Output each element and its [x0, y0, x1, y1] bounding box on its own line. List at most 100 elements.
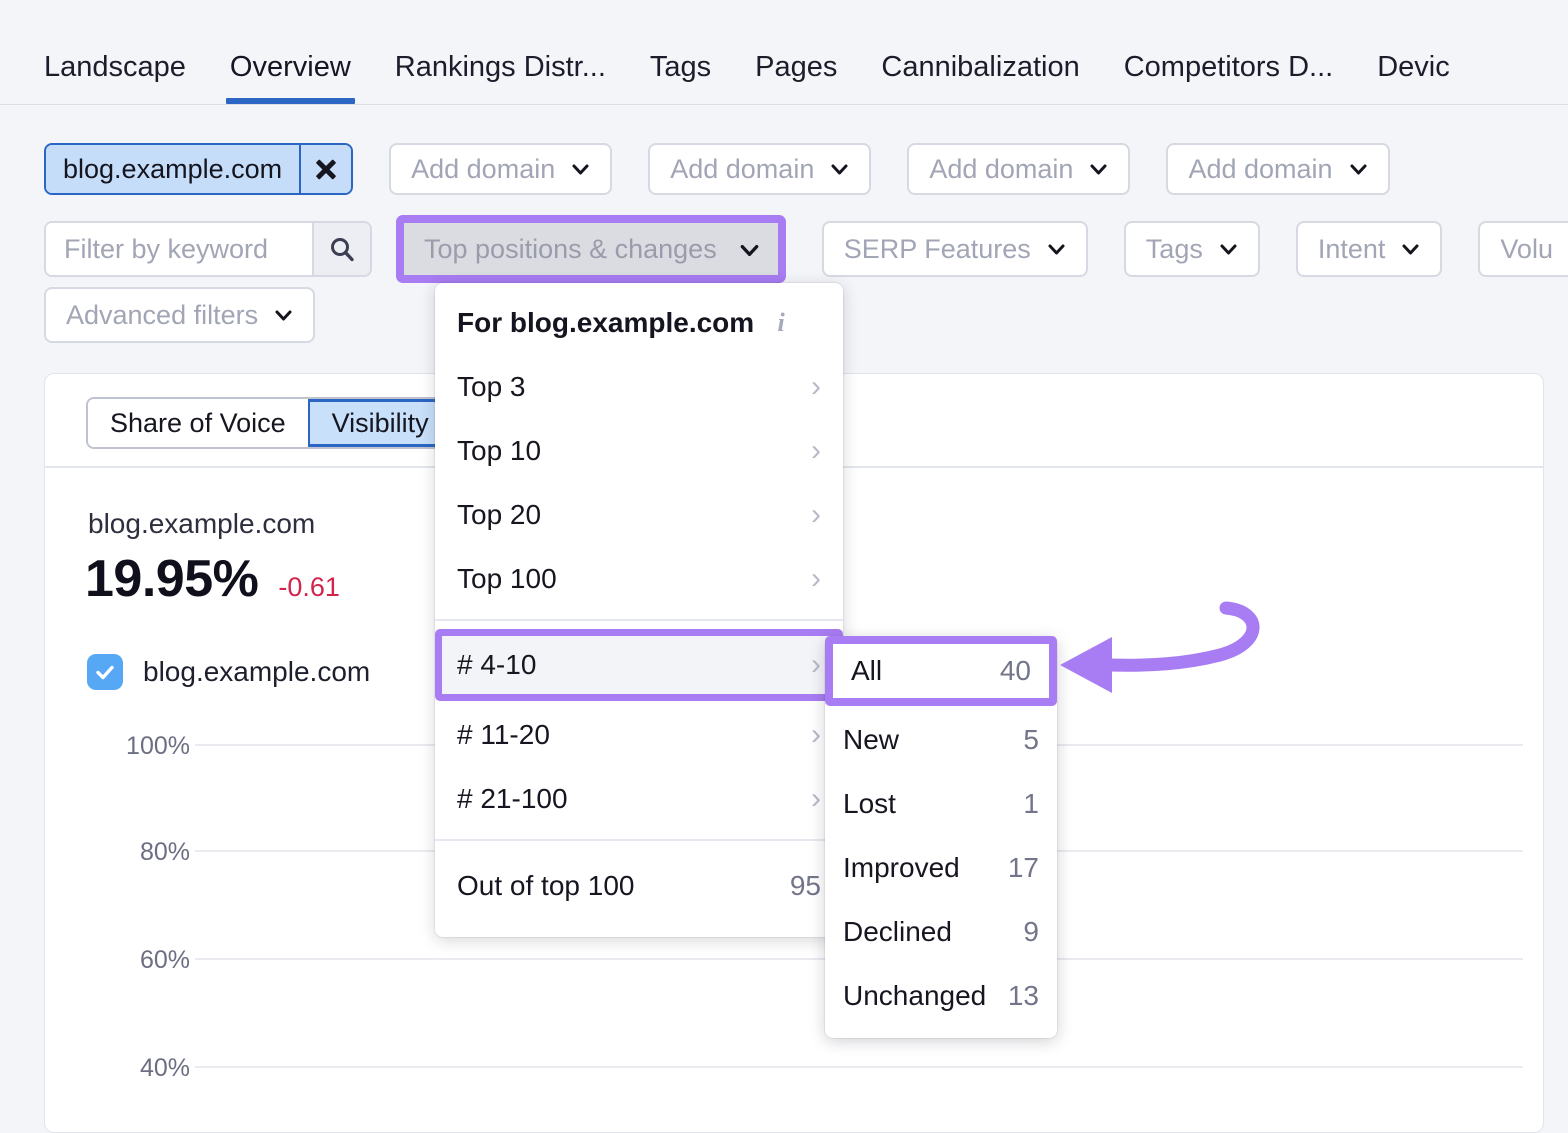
legend-label: blog.example.com	[143, 656, 371, 687]
check-icon	[96, 665, 114, 680]
tab-devices[interactable]: Devic	[1377, 53, 1450, 104]
add-domain-slot-1[interactable]: Add domain	[389, 143, 613, 195]
chart-legend: blog.example.com	[87, 654, 370, 690]
chevron-down-icon	[739, 240, 759, 259]
submenu-item-label: New	[843, 724, 900, 755]
close-icon	[314, 157, 338, 181]
volume-filter-label: Volu	[1500, 233, 1553, 264]
submenu-item-declined[interactable]: Declined 9	[825, 900, 1057, 964]
submenu-item-label: Unchanged	[843, 980, 987, 1011]
metric-toggle: Share of Voice Visibility	[86, 397, 455, 449]
metric-delta: -0.61	[278, 572, 340, 602]
chevron-right-icon: ›	[811, 498, 821, 531]
submenu-item-unchanged[interactable]: Unchanged 13	[825, 964, 1057, 1028]
top-positions-filter[interactable]: Top positions & changes	[404, 223, 778, 275]
chevron-right-icon: ›	[811, 718, 821, 751]
dropdown-item-top-20[interactable]: Top 20 ›	[435, 483, 843, 547]
dropdown-item-top-3[interactable]: Top 3 ›	[435, 355, 843, 419]
chevron-down-icon	[830, 160, 849, 179]
add-domain-label: Add domain	[1188, 153, 1333, 184]
tab-share-of-voice[interactable]: Share of Voice	[88, 399, 308, 447]
y-axis-tick: 80%	[139, 838, 190, 866]
chevron-down-icon	[274, 306, 293, 325]
chevron-right-icon: ›	[811, 370, 821, 403]
dropdown-item-label: # 11-20	[457, 719, 550, 750]
tab-cannibalization[interactable]: Cannibalization	[881, 53, 1079, 104]
y-axis-tick: 100%	[126, 732, 190, 760]
dropdown-item-11-20[interactable]: # 11-20 ›	[435, 703, 843, 767]
legend-checkbox[interactable]	[87, 654, 123, 690]
keyword-filter	[44, 221, 372, 277]
dropdown-item-label: Top 100	[457, 563, 557, 594]
filter-row: Top positions & changes SERP Features Ta…	[44, 215, 1568, 283]
tab-rankings-distribution[interactable]: Rankings Distr...	[395, 53, 606, 104]
dropdown-item-21-100[interactable]: # 21-100 ›	[435, 767, 843, 831]
search-input[interactable]	[46, 223, 312, 275]
positions-submenu: All 40 New 5 Lost 1 Improved 17 Declined…	[825, 636, 1057, 1038]
tab-pages[interactable]: Pages	[755, 53, 837, 104]
submenu-item-count: 40	[999, 655, 1031, 686]
dropdown-item-label: Top 10	[457, 435, 542, 466]
add-domain-slot-4[interactable]: Add domain	[1166, 143, 1390, 195]
submenu-item-all-highlight: All 40	[825, 636, 1057, 706]
dropdown-item-top-10[interactable]: Top 10 ›	[435, 419, 843, 483]
top-positions-dropdown: For blog.example.com i Top 3 › Top 10 › …	[435, 283, 843, 937]
chevron-right-icon: ›	[811, 562, 821, 595]
chevron-down-icon	[1219, 240, 1238, 259]
submenu-item-label: All	[851, 655, 883, 686]
add-domain-slot-2[interactable]: Add domain	[648, 143, 872, 195]
chevron-right-icon: ›	[811, 782, 821, 815]
submenu-item-lost[interactable]: Lost 1	[825, 772, 1057, 836]
dropdown-item-label: Top 20	[457, 499, 542, 530]
tab-landscape[interactable]: Landscape	[44, 53, 186, 104]
domain-chip-label: blog.example.com	[46, 145, 300, 193]
submenu-item-label: Improved	[843, 852, 960, 883]
intent-filter[interactable]: Intent	[1295, 221, 1443, 277]
dropdown-item-4-10[interactable]: # 4-10 ›	[442, 636, 836, 694]
add-domain-label: Add domain	[929, 153, 1074, 184]
top-positions-highlight: Top positions & changes	[396, 215, 786, 283]
add-domain-slot-3[interactable]: Add domain	[907, 143, 1131, 195]
tab-visibility[interactable]: Visibility	[307, 399, 453, 447]
dropdown-item-label: Out of top 100	[457, 870, 635, 901]
chevron-right-icon: ›	[811, 648, 821, 681]
advanced-filters-button[interactable]: Advanced filters	[44, 287, 316, 343]
chevron-down-icon	[1089, 160, 1108, 179]
add-domain-label: Add domain	[411, 153, 556, 184]
tab-overview[interactable]: Overview	[225, 53, 355, 104]
domain-chip-selected[interactable]: blog.example.com	[44, 143, 354, 195]
submenu-item-all[interactable]: All 40	[833, 644, 1049, 698]
submenu-item-label: Declined	[843, 916, 952, 947]
advanced-filters-label: Advanced filters	[66, 299, 259, 330]
dropdown-item-4-10-highlight: # 4-10 ›	[435, 629, 843, 701]
tab-tags[interactable]: Tags	[650, 53, 711, 104]
chevron-down-icon	[1349, 160, 1368, 179]
info-icon[interactable]: i	[770, 308, 792, 338]
chevron-down-icon	[571, 160, 590, 179]
submenu-item-count: 13	[1007, 980, 1039, 1011]
chevron-down-icon	[1047, 240, 1066, 259]
submenu-item-count: 17	[1007, 852, 1039, 883]
domain-row: blog.example.com Add domain Add domain A…	[44, 143, 1390, 195]
search-icon	[331, 238, 354, 262]
submenu-item-new[interactable]: New 5	[825, 708, 1057, 772]
dropdown-item-top-100[interactable]: Top 100 ›	[435, 547, 843, 611]
tab-competitors-discovery[interactable]: Competitors D...	[1124, 53, 1334, 104]
dropdown-bottom-padding	[435, 923, 843, 937]
intent-filter-label: Intent	[1317, 233, 1386, 264]
dropdown-item-label: Top 3	[457, 371, 526, 402]
y-axis-tick: 40%	[139, 1054, 190, 1082]
domain-chip-remove-button[interactable]	[299, 145, 352, 193]
tags-filter[interactable]: Tags	[1123, 221, 1260, 277]
gridline	[195, 1066, 1523, 1068]
serp-features-filter[interactable]: SERP Features	[821, 221, 1088, 277]
dropdown-header: For blog.example.com i	[435, 283, 843, 355]
tags-filter-label: Tags	[1145, 233, 1203, 264]
submenu-item-improved[interactable]: Improved 17	[825, 836, 1057, 900]
search-button[interactable]	[312, 223, 370, 275]
metric-value: 19.95%	[85, 550, 259, 608]
metric-row: 19.95% -0.61	[85, 549, 340, 609]
dropdown-item-out-of-top-100[interactable]: Out of top 100 95	[435, 849, 843, 923]
dropdown-item-label: # 21-100	[457, 783, 568, 814]
volume-filter[interactable]: Volu	[1478, 221, 1568, 277]
